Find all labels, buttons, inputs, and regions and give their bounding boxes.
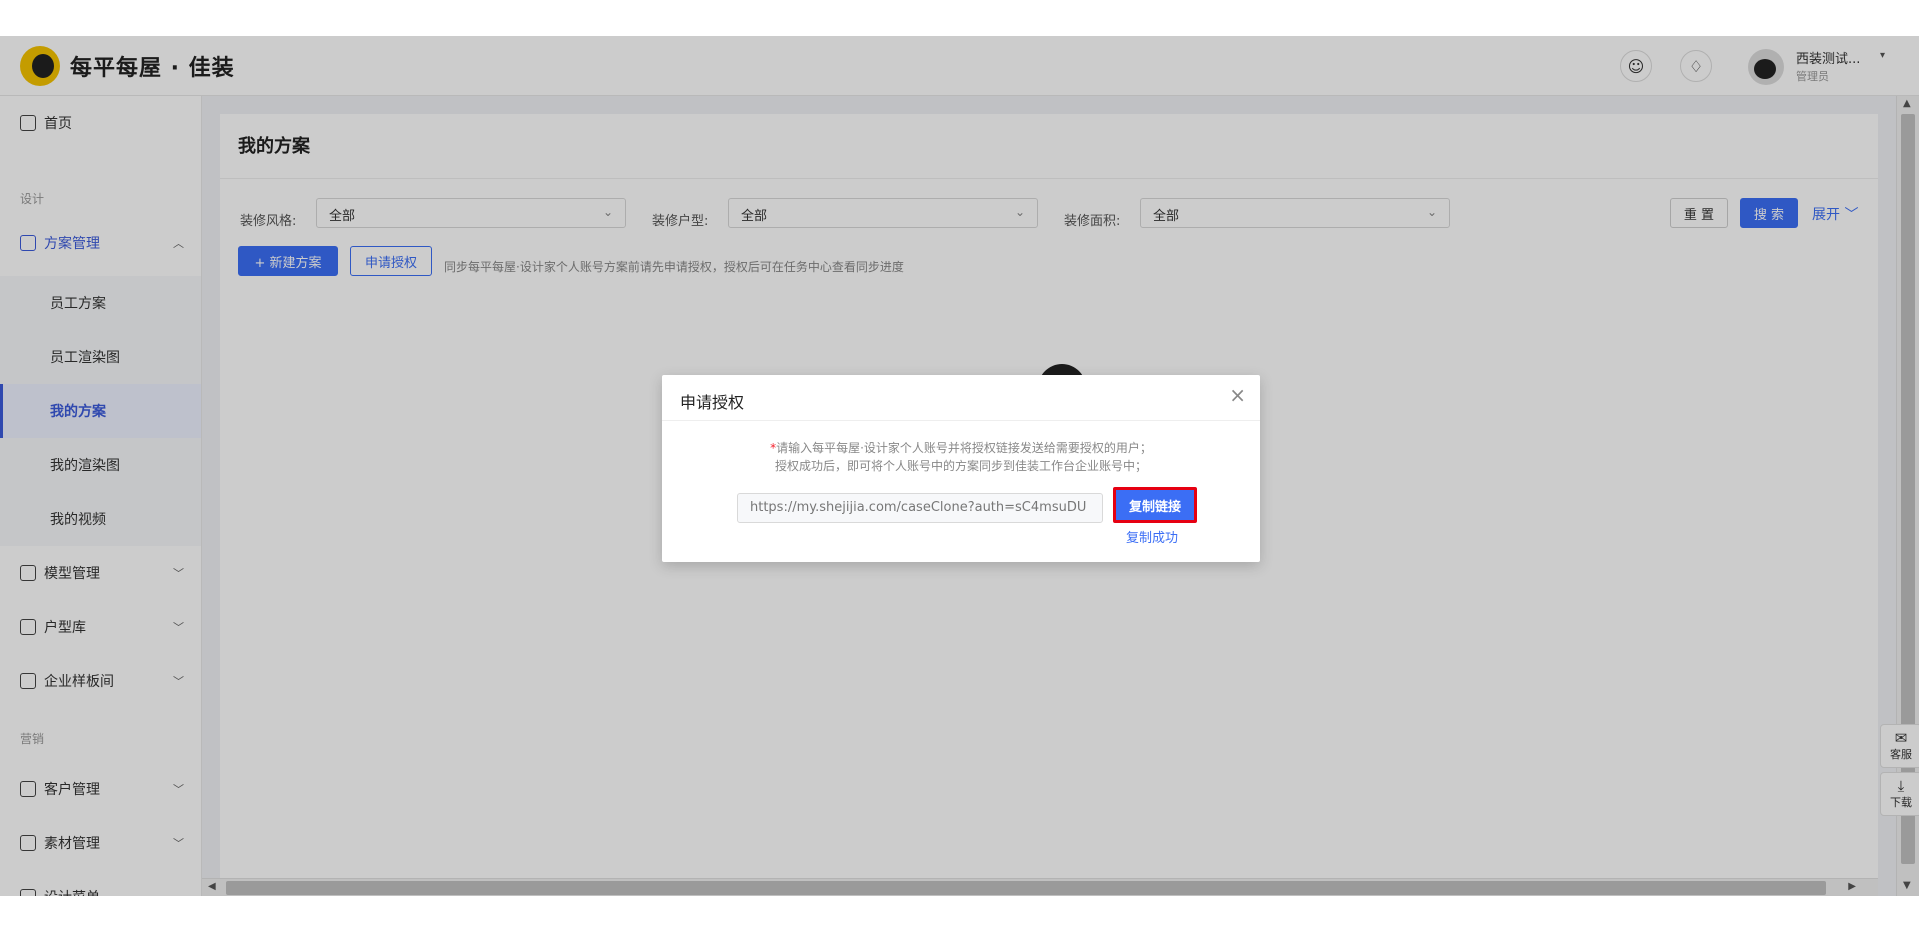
apply-auth-dialog: 申请授权 × *请输入每平每屋·设计家个人账号并将授权链接发送给需要授权的用户；… [662,375,1260,562]
dialog-description-line-1: *请输入每平每屋·设计家个人账号并将授权链接发送给需要授权的用户； [662,439,1260,456]
copy-success-message: 复制成功 [1126,531,1179,546]
dialog-title: 申请授权 [680,393,745,412]
close-icon[interactable]: × [1229,383,1246,407]
description-text: 请输入每平每屋·设计家个人账号并将授权链接发送给需要授权的用户； [776,441,1152,455]
copy-link-button[interactable]: 复制链接 [1113,487,1197,523]
auth-link-field[interactable]: https://my.shejijia.com/caseClone?auth=s… [737,493,1103,523]
divider [662,420,1260,421]
dialog-description-line-2: 授权成功后，即可将个人账号中的方案同步到佳装工作台企业账号中； [774,459,1147,473]
